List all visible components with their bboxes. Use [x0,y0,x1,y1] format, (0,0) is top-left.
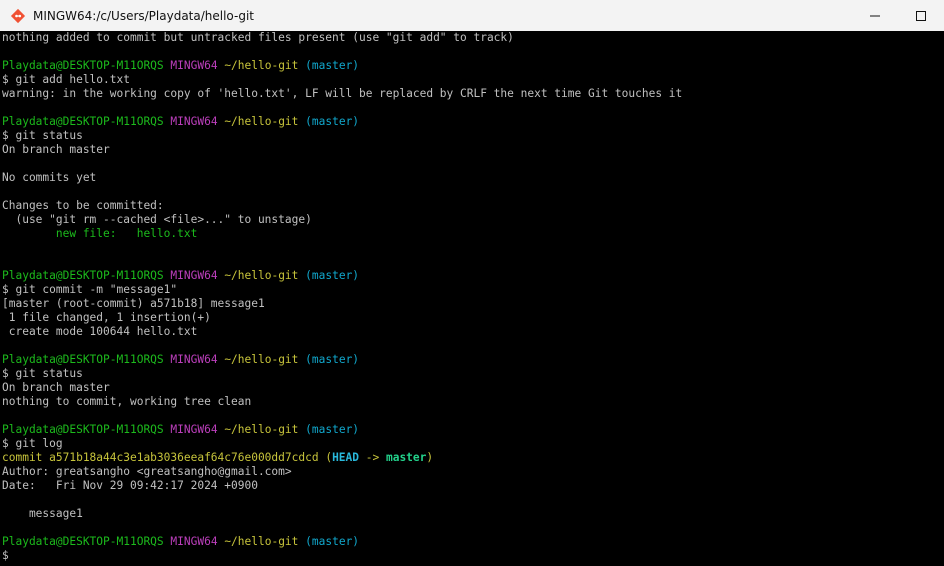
output-line: On branch master [2,143,110,156]
maximize-button[interactable] [898,0,944,31]
title-bar[interactable]: MINGW64:/c/Users/Playdata/hello-git [0,0,944,31]
prompt-branch: (master) [305,423,360,436]
output-line: [master (root-commit) a571b18] message1 [2,297,265,310]
commit-hash: commit a571b18a44c3e1ab3036eeaf64c76e000… [2,451,319,464]
ref-close: ) [426,451,434,464]
prompt-path: ~/hello-git [224,353,299,366]
prompt-user-host: Playdata@DESKTOP-M11ORQS [2,535,164,548]
minimize-icon [870,15,880,16]
prompt-branch: (master) [305,353,360,366]
maximize-icon [916,10,926,21]
prompt-line: Playdata@DESKTOP-M11ORQS MINGW64 ~/hello… [2,59,944,73]
window-title: MINGW64:/c/Users/Playdata/hello-git [33,8,254,23]
output-line: Changes to be committed: [2,199,164,212]
prompt-shell: MINGW64 [170,59,218,72]
output-line: 1 file changed, 1 insertion(+) [2,311,211,324]
command-line: $ git commit -m "message1" [2,283,178,296]
prompt-line: Playdata@DESKTOP-M11ORQS MINGW64 ~/hello… [2,115,944,129]
prompt-shell: MINGW64 [170,535,218,548]
ref-arrow: -> [359,451,386,464]
log-message-line: message1 [2,507,83,520]
prompt-path: ~/hello-git [224,535,299,548]
prompt-branch: (master) [305,269,360,282]
command-line: $ git status [2,129,83,142]
prompt-user-host: Playdata@DESKTOP-M11ORQS [2,59,164,72]
prompt-line: Playdata@DESKTOP-M11ORQS MINGW64 ~/hello… [2,423,944,437]
prompt-shell: MINGW64 [170,353,218,366]
window-controls [852,0,944,31]
prompt-user-host: Playdata@DESKTOP-M11ORQS [2,269,164,282]
prompt-branch: (master) [305,59,360,72]
prompt-shell: MINGW64 [170,269,218,282]
prompt-path: ~/hello-git [224,269,299,282]
output-line: On branch master [2,381,110,394]
prompt-user-host: Playdata@DESKTOP-M11ORQS [2,423,164,436]
prompt-line: Playdata@DESKTOP-M11ORQS MINGW64 ~/hello… [2,353,944,367]
prompt-symbol: $ [2,549,9,562]
output-line: (use "git rm --cached <file>..." to unst… [2,213,312,226]
prompt-shell: MINGW64 [170,423,218,436]
prompt-user-host: Playdata@DESKTOP-M11ORQS [2,353,164,366]
output-line: create mode 100644 hello.txt [2,325,198,338]
prompt-branch: (master) [305,115,360,128]
terminal-output[interactable]: nothing added to commit but untracked fi… [0,31,944,566]
command-line: $ git status [2,367,83,380]
prompt-branch: (master) [305,535,360,548]
command-line: $ git log [2,437,63,450]
log-author-line: Author: greatsangho <greatsangho@gmail.c… [2,465,292,478]
git-bash-icon [10,8,26,24]
prompt-shell: MINGW64 [170,115,218,128]
output-line: nothing to commit, working tree clean [2,395,252,408]
prompt-line: Playdata@DESKTOP-M11ORQS MINGW64 ~/hello… [2,269,944,283]
log-date-line: Date: Fri Nov 29 09:42:17 2024 +0900 [2,479,258,492]
prompt-path: ~/hello-git [224,423,299,436]
ref-open: ( [318,451,333,464]
minimize-button[interactable] [852,0,898,31]
prompt-user-host: Playdata@DESKTOP-M11ORQS [2,115,164,128]
command-line: $ git add hello.txt [2,73,130,86]
head-ref: HEAD [332,451,360,464]
log-commit-line: commit a571b18a44c3e1ab3036eeaf64c76e000… [2,451,944,465]
output-line: No commits yet [2,171,97,184]
staged-file-line: new file: hello.txt [2,227,198,240]
prompt-path: ~/hello-git [224,59,299,72]
prompt-line: Playdata@DESKTOP-M11ORQS MINGW64 ~/hello… [2,535,944,549]
terminal-window: MINGW64:/c/Users/Playdata/hello-git noth… [0,0,944,566]
branch-ref: master [385,451,427,464]
output-line: warning: in the working copy of 'hello.t… [2,87,683,100]
output-line: nothing added to commit but untracked fi… [2,31,514,44]
command-input-line[interactable]: $ [2,549,944,563]
prompt-path: ~/hello-git [224,115,299,128]
